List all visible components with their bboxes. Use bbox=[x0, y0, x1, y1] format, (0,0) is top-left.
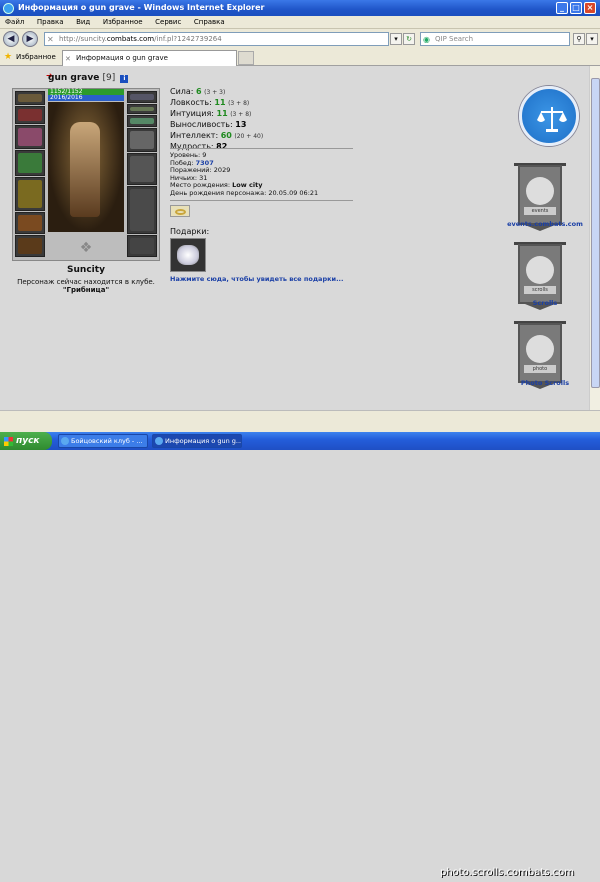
slot-rings[interactable] bbox=[127, 104, 157, 114]
ie-icon bbox=[61, 437, 69, 445]
address-dropdown-icon[interactable]: ▾ bbox=[390, 33, 402, 45]
ie-icon bbox=[155, 437, 163, 445]
gifts-label: Подарки: bbox=[170, 227, 210, 236]
address-suffix: /inf.pl?1242739264 bbox=[154, 35, 222, 43]
hp-mana-bars: 1152/1152 2016/2016 bbox=[48, 89, 124, 101]
stat-row: Ловкость: 11 (3 + 8) bbox=[170, 98, 250, 107]
neutral-alignment-icon[interactable] bbox=[519, 86, 579, 146]
slot-gun[interactable] bbox=[15, 235, 45, 257]
ie-icon bbox=[3, 3, 14, 14]
search-icon[interactable]: ⚲ bbox=[573, 33, 585, 45]
taskbar-item-info[interactable]: Информация о gun g... bbox=[152, 434, 242, 448]
character-name: gun grave bbox=[48, 73, 100, 83]
events-link[interactable]: events.combats.com bbox=[500, 220, 590, 228]
character-location: Персонаж сейчас находится в клубе. bbox=[17, 278, 155, 286]
scrolls-banner-icon[interactable]: scrolls bbox=[518, 244, 562, 310]
window-titlebar: Информация о gun grave - Windows Interne… bbox=[0, 0, 600, 16]
slot-offhand[interactable] bbox=[127, 153, 157, 185]
favorites-button[interactable]: ★ Избранное bbox=[4, 51, 56, 63]
slot-earrings[interactable] bbox=[15, 106, 45, 124]
club-emblem-icon: ❖ bbox=[79, 240, 93, 256]
slot-boots[interactable] bbox=[127, 235, 157, 257]
search-placeholder: QIP Search bbox=[435, 35, 474, 43]
stats-list: Сила: 6 (3 + 3) Ловкость: 11 (3 + 8) Инт… bbox=[170, 87, 263, 153]
new-tab-button[interactable] bbox=[238, 51, 254, 65]
taskbar: пуск Бойцовский клуб - ... Информация о … bbox=[0, 432, 600, 878]
menu-view[interactable]: Вид bbox=[71, 16, 95, 29]
slot-weapon[interactable] bbox=[15, 150, 45, 176]
search-input[interactable]: ◉ QIP Search bbox=[420, 32, 570, 46]
scrolls-link[interactable]: Scrolls bbox=[500, 299, 590, 307]
maximize-button[interactable]: □ bbox=[570, 2, 582, 14]
windows-flag-icon bbox=[4, 437, 13, 446]
slot-gloves[interactable] bbox=[127, 91, 157, 103]
character-info: Уровень: 9 Побед: 7307 Поражений: 2029 Н… bbox=[170, 151, 319, 197]
divider bbox=[170, 148, 353, 149]
stat-row: Выносливость: 13 bbox=[170, 120, 247, 129]
tab-active[interactable]: ✕ Информация о gun grave bbox=[62, 50, 237, 66]
horizontal-scrollbar[interactable] bbox=[0, 410, 600, 423]
wedding-ring-icon[interactable] bbox=[170, 205, 190, 217]
slot-amulet[interactable] bbox=[15, 125, 45, 149]
qip-logo-icon: ◉ bbox=[423, 35, 430, 44]
favorites-label: Избранное bbox=[16, 53, 56, 61]
scroll-thumb[interactable] bbox=[591, 78, 600, 388]
photo-scrolls-link[interactable]: Photo Scrolls bbox=[500, 379, 590, 387]
photo-banner-icon[interactable]: photo bbox=[518, 323, 562, 389]
photo-banner-caption: photo bbox=[524, 365, 556, 373]
menu-help[interactable]: Справка bbox=[189, 16, 230, 29]
gift-flowers-icon[interactable] bbox=[170, 238, 206, 272]
slot-legs[interactable] bbox=[127, 186, 157, 234]
info-icon[interactable]: i bbox=[120, 75, 129, 83]
minimize-button[interactable]: _ bbox=[556, 2, 568, 14]
menu-edit[interactable]: Правка bbox=[32, 16, 69, 29]
site-favicon-icon: ✕ bbox=[47, 35, 54, 44]
stat-row: Сила: 6 (3 + 3) bbox=[170, 87, 226, 96]
menu-file[interactable]: Файл bbox=[0, 16, 29, 29]
stat-row: Интуиция: 11 (3 + 8) bbox=[170, 109, 252, 118]
character-caption: Suncity Персонаж сейчас находится в клуб… bbox=[12, 265, 160, 294]
vertical-scrollbar[interactable] bbox=[589, 66, 600, 410]
character-city: Suncity bbox=[67, 265, 105, 275]
back-arrow-icon[interactable]: ◀ bbox=[3, 31, 19, 47]
start-label: пуск bbox=[16, 436, 40, 446]
character-portrait bbox=[48, 102, 124, 232]
all-gifts-link[interactable]: Нажмите сюда, чтобы увидеть все подарки.… bbox=[170, 275, 343, 283]
character-club: "Грибница" bbox=[62, 286, 110, 294]
address-toolbar: ◀ ▶ ✕ http://suncity.combats.com/inf.pl?… bbox=[0, 29, 600, 49]
character-level: [9] bbox=[102, 73, 116, 83]
menu-tools[interactable]: Сервис bbox=[150, 16, 186, 29]
divider bbox=[170, 200, 353, 201]
tab-bar: ★ Избранное ✕ Информация о gun grave bbox=[0, 49, 600, 66]
watermark: photo.scrolls.combats.com bbox=[440, 867, 575, 878]
star-icon: ★ bbox=[4, 52, 13, 62]
window-title: Информация о gun grave - Windows Interne… bbox=[18, 3, 265, 12]
refresh-icon[interactable]: ↻ bbox=[403, 33, 415, 45]
character-header: gun grave [9] i bbox=[48, 73, 129, 83]
forward-arrow-icon[interactable]: ▶ bbox=[22, 31, 38, 47]
address-input[interactable]: ✕ http://suncity.combats.com/inf.pl?1242… bbox=[44, 32, 389, 46]
address-domain: combats.com bbox=[106, 35, 155, 43]
menu-bar: Файл Правка Вид Избранное Сервис Справка bbox=[0, 16, 600, 29]
slot-rings-2[interactable] bbox=[127, 115, 157, 127]
events-banner-caption: events bbox=[524, 207, 556, 215]
status-bar bbox=[0, 423, 600, 432]
search-options-icon[interactable]: ▾ bbox=[586, 33, 598, 45]
mana-bar: 2016/2016 bbox=[48, 95, 124, 101]
scrolls-banner-caption: scrolls bbox=[524, 286, 556, 294]
slot-belt[interactable] bbox=[15, 212, 45, 234]
tab-label: Информация о gun grave bbox=[76, 54, 168, 62]
tab-favicon-icon: ✕ bbox=[65, 55, 71, 63]
taskbar-item-combats[interactable]: Бойцовский клуб - ... bbox=[58, 434, 148, 448]
address-prefix: http://suncity. bbox=[59, 35, 107, 43]
events-banner-icon[interactable]: events bbox=[518, 165, 562, 231]
start-button[interactable]: пуск bbox=[0, 432, 52, 450]
close-button[interactable]: × bbox=[584, 2, 596, 14]
character-frame: 1152/1152 2016/2016 ❖ bbox=[12, 88, 160, 261]
menu-favorites[interactable]: Избранное bbox=[98, 16, 148, 29]
slot-bracers[interactable] bbox=[127, 128, 157, 152]
slot-armor[interactable] bbox=[15, 177, 45, 211]
stat-row: Интеллект: 60 (20 + 40) bbox=[170, 131, 264, 140]
slot-helmet[interactable] bbox=[15, 91, 45, 105]
